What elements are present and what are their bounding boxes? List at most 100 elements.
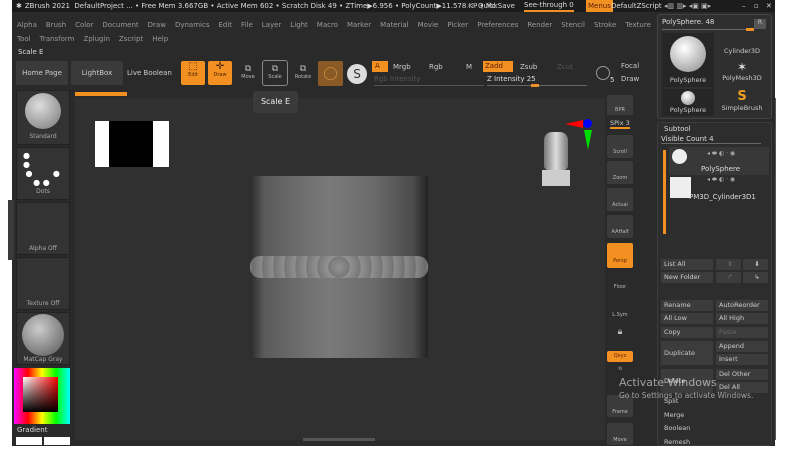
merge-button[interactable]: Merge [661,410,713,421]
folder-up-icon[interactable]: ↱ [716,272,741,283]
subtool-header[interactable]: Subtool [664,125,691,133]
r-button[interactable]: R [754,19,766,29]
maximize-icon[interactable]: ▫ [754,0,759,12]
menu-alpha[interactable]: Alpha [17,21,37,29]
material-sphere-button[interactable]: ◯ [318,61,343,86]
spotlight-icon[interactable]: S [347,64,367,84]
focal-slider[interactable]: Focal [621,62,639,70]
z-intensity-slider[interactable]: Z Intensity 25 [487,75,536,83]
actual-button[interactable]: Actual [607,188,633,211]
all-low-button[interactable]: All Low [661,313,713,324]
home-page-button[interactable]: Home Page [16,61,68,85]
persp-button[interactable]: Persp [607,243,633,268]
brush-size-icon[interactable] [596,66,610,80]
gizmo-z-axis[interactable] [583,119,592,128]
tool-simplebrush[interactable]: S SimpleBrush [716,89,768,116]
stroke-selector[interactable]: ● ● ● ● ● ● Dots [16,147,70,200]
see-through-slider[interactable]: See-through 0 [524,0,574,12]
subtool-item-polysphere[interactable]: ◂ ⬬ ◐ · ◉ PolySphere [669,147,769,175]
auto-reorder-button[interactable]: AutoReorder [716,300,768,311]
menu-light[interactable]: Light [290,21,307,29]
boolean-button[interactable]: Boolean [661,423,713,434]
main-color-swatch[interactable] [16,437,42,445]
floor-button[interactable]: Floor [607,273,633,292]
insert-button[interactable]: Insert [716,354,768,365]
list-all-button[interactable]: List All [661,259,713,270]
zcut-toggle[interactable]: Zcut [557,63,573,71]
default-zscript-button[interactable]: DefaultZScript [611,0,662,12]
menu-render[interactable]: Render [527,21,552,29]
tool-polymesh3d[interactable]: ✶ PolyMesh3D [716,61,768,87]
rotate-button[interactable]: ⧉ Rotate [291,64,315,80]
menu-zplugin[interactable]: Zplugin [83,35,109,43]
del-other-button[interactable]: Del Other [716,369,768,380]
lock-icon[interactable]: 🔒︎ [607,327,633,345]
copy-button[interactable]: Copy [661,327,713,338]
bpr-button[interactable]: BPR [607,95,633,115]
menu-zscript[interactable]: Zscript [119,35,143,43]
rgb-intensity-slider[interactable]: Rgb Intensity [374,75,420,83]
a-toggle[interactable]: A [372,61,388,72]
left-tray-handle[interactable] [8,200,14,260]
menu-file[interactable]: File [241,21,253,29]
menu-marker[interactable]: Marker [347,21,371,29]
cylinder-mesh[interactable] [250,176,428,358]
all-high-button[interactable]: All High [716,313,768,324]
zoom-button[interactable]: Zoom [607,161,633,184]
menu-macro[interactable]: Macro [317,21,338,29]
duplicate-button[interactable]: Duplicate [661,341,713,365]
rgb-toggle[interactable]: Rgb [429,63,443,71]
move-down-icon[interactable]: ⬇ [743,259,768,270]
draw-size-slider[interactable]: Draw [621,75,639,83]
texture-selector[interactable]: Texture Off [16,257,70,310]
scale-button[interactable]: ⧉ Scale [262,60,288,86]
qxyz-button[interactable]: Qxyz [607,351,633,362]
spix-slider[interactable]: SPix 3 [610,119,630,129]
subtool-toggles[interactable]: ◂ ⬬ ◐ · ◉ [707,176,735,184]
move-view-button[interactable]: Move [607,423,633,445]
lsym-button[interactable]: L.Sym [607,303,633,320]
folder-down-icon[interactable]: ↳ [743,272,768,283]
draw-button[interactable]: ✛ Draw [208,61,232,85]
canvas-scrollbar[interactable] [303,438,375,441]
head-navigator-icon[interactable] [540,132,572,190]
quicksave-button[interactable]: QuickSave [478,0,515,12]
color-saturation-square[interactable] [23,377,58,412]
material-selector[interactable]: MatCap Gray [16,312,70,365]
menus-button[interactable]: Menus [586,0,613,12]
layout-icons[interactable]: ◂▥ ▥▸ ◂▣ ▣▸ [664,0,711,12]
current-tool-slider[interactable]: PolySphere. 48 [662,18,714,26]
aahalf-button[interactable]: AAHalf [607,215,633,238]
subtool-item-cylinder[interactable]: ◂ ⬬ ◐ · ◉ PM3D_Cylinder3D1 [669,176,769,204]
remesh-button[interactable]: Remesh [661,437,713,448]
brush-selector[interactable]: Standard [16,90,70,145]
scroll-button[interactable]: Scroll [607,135,633,158]
color-picker[interactable] [14,368,70,424]
paste-button[interactable]: Paste [716,327,768,338]
menu-color[interactable]: Color [75,21,93,29]
edit-button[interactable]: ⬚ Edit [181,61,205,85]
m-toggle[interactable]: M [466,63,472,71]
rename-button[interactable]: Rename [661,300,713,311]
right-tray-scrollbar[interactable] [775,98,776,440]
secondary-color-swatch[interactable] [44,437,70,445]
move-button[interactable]: ⧉ Move [237,64,259,80]
menu-transform[interactable]: Transform [40,35,75,43]
menu-layer[interactable]: Layer [262,21,282,29]
menu-brush[interactable]: Brush [46,21,66,29]
menu-stroke[interactable]: Stroke [594,21,616,29]
tool-polysphere[interactable]: PolySphere [662,33,714,87]
menu-document[interactable]: Document [102,21,138,29]
zadd-toggle[interactable]: Zadd [483,61,513,72]
live-boolean-button[interactable]: Live Boolean [127,69,172,77]
menu-tool[interactable]: Tool [17,35,31,43]
menu-preferences[interactable]: Preferences [477,21,518,29]
gizmo-y-axis[interactable] [584,130,592,150]
new-folder-button[interactable]: New Folder [661,272,713,283]
menu-dynamics[interactable]: Dynamics [175,21,210,29]
minimize-icon[interactable]: – [742,0,746,12]
menu-texture[interactable]: Texture [625,21,651,29]
rotate-view-icon[interactable]: ⟲ [607,366,633,376]
lightbox-button[interactable]: LightBox [71,61,123,85]
move-up-icon[interactable]: ⬆ [716,259,741,270]
